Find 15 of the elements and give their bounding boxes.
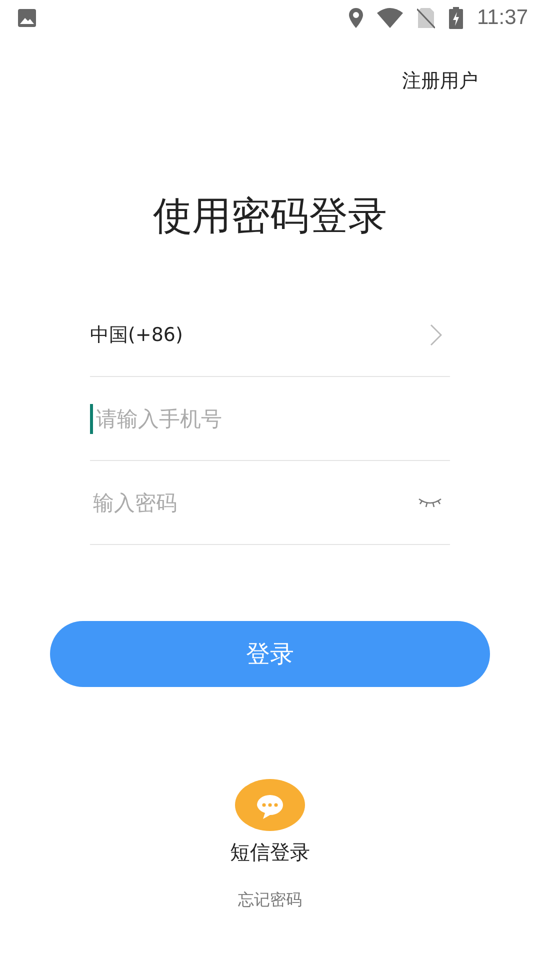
image-icon: [17, 8, 37, 28]
no-sim-icon: [417, 7, 435, 29]
phone-input[interactable]: 请输入手机号: [93, 406, 442, 430]
wifi-icon: [377, 8, 403, 28]
status-time: 11:37: [477, 6, 528, 30]
page-title: 使用密码登录: [152, 193, 388, 241]
chevron-right-icon: [430, 324, 442, 346]
battery-charging-icon: [449, 7, 463, 29]
eye-closed-icon[interactable]: [418, 496, 442, 508]
forgot-password-link[interactable]: 忘记密码: [238, 890, 302, 911]
sms-login-link[interactable]: 短信登录: [230, 839, 310, 866]
password-input[interactable]: 输入密码: [90, 490, 418, 514]
register-link[interactable]: 注册用户: [402, 68, 478, 94]
country-selector[interactable]: 中国(+86): [90, 293, 450, 377]
location-icon: [349, 8, 363, 28]
